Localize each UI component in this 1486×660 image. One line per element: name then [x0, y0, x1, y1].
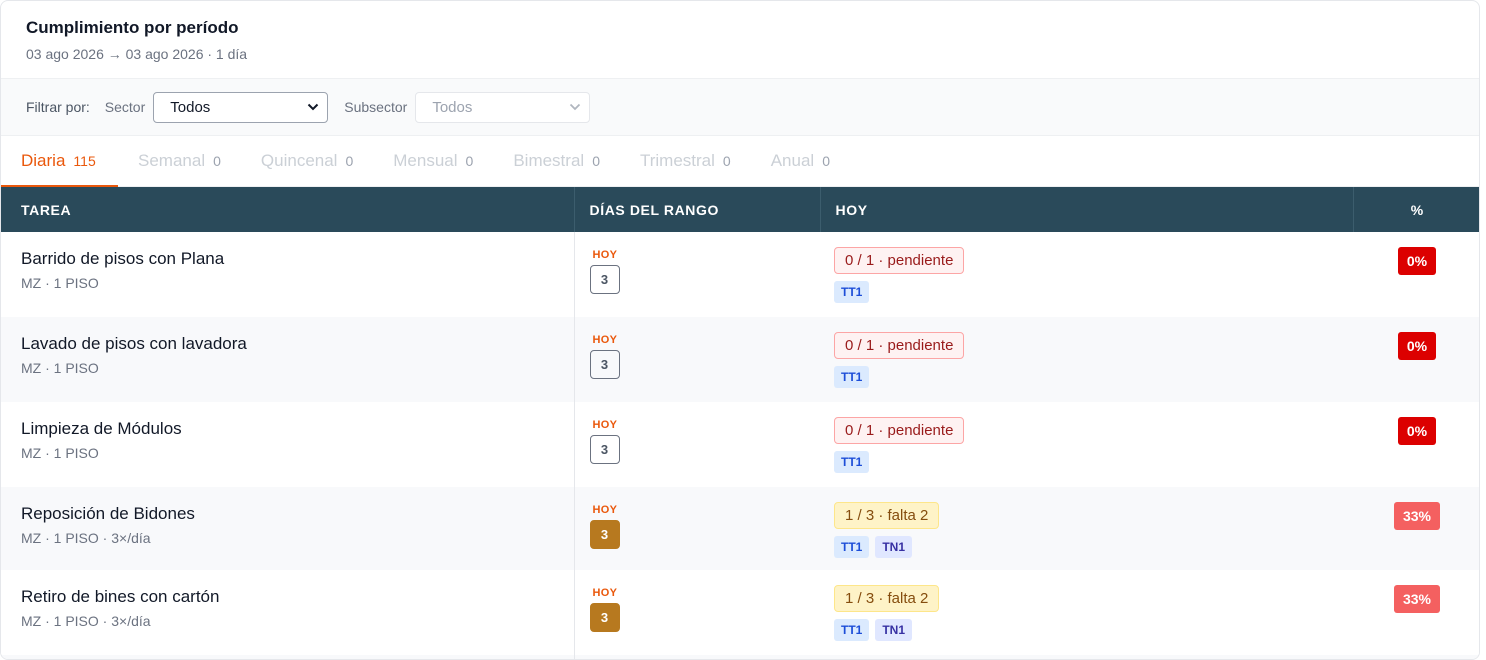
sector-select[interactable]: Todos — [153, 91, 329, 123]
task-meta: MZ · 1 PISO — [21, 445, 99, 461]
tab-count: 0 — [822, 153, 830, 169]
task-meta: MZ · 1 PISO — [21, 275, 99, 291]
tab-diaria[interactable]: Diaria 115 — [1, 136, 118, 187]
task-name: Retiro de bines con cartón — [21, 587, 220, 606]
percent-badge: 0% — [1397, 247, 1437, 275]
tab-quincenal[interactable]: Quincenal 0 — [241, 136, 373, 186]
day-cell[interactable]: 3 — [589, 265, 620, 294]
table-row[interactable]: Lavado de pisos con lavadora MZ · 1 PISO … — [1, 317, 1479, 402]
sector-value: Todos — [170, 98, 211, 116]
filter-bar: Filtrar por: Sector Todos Subsector Todo… — [1, 79, 1479, 136]
page-title: Cumplimiento por período — [26, 18, 239, 37]
tab-mensual[interactable]: Mensual 0 — [373, 136, 493, 186]
table-row[interactable]: Retiro de bines con cartón MZ · 1 PISO · … — [1, 570, 1479, 655]
tab-label: Bimestral — [513, 151, 585, 170]
day-cell[interactable]: 3 — [589, 603, 620, 632]
tab-label: Quincenal — [260, 151, 338, 170]
shift-badge: TN1 — [875, 619, 913, 641]
compliance-card: Cumplimiento por período 03 ago 2026 → 0… — [0, 0, 1480, 660]
sector-label: Sector — [104, 99, 146, 115]
task-name: Reposición de Bidones — [21, 504, 195, 523]
task-meta: MZ · 1 PISO — [21, 360, 99, 376]
today-label: HOY — [592, 587, 618, 599]
shift-badge: TN1 — [875, 536, 913, 558]
shift-badge: TT1 — [834, 619, 870, 641]
task-name: Lavado de pisos con lavadora — [21, 334, 247, 353]
percent-badge: 0% — [1397, 332, 1437, 360]
tab-label: Mensual — [393, 151, 458, 170]
tab-semanal[interactable]: Semanal 0 — [118, 136, 241, 186]
tasks-table: TAREA DÍAS DEL RANGO HOY % Barrido de pi… — [1, 187, 1479, 659]
day-cell[interactable]: 3 — [589, 350, 620, 379]
today-label: HOY — [592, 334, 618, 346]
subsector-value: Todos — [432, 98, 473, 116]
tab-bimestral[interactable]: Bimestral 0 — [493, 136, 620, 186]
task-name: Limpieza de Módulos — [21, 419, 182, 438]
tab-label: Anual — [770, 151, 815, 170]
today-label: HOY — [592, 419, 618, 431]
header-tarea: TAREA — [1, 187, 574, 232]
chevron-down-icon — [308, 103, 319, 110]
tab-count: 0 — [213, 153, 221, 169]
task-name: Barrido de pisos con Plana — [21, 249, 225, 268]
status-badge: 1 / 3 · falta 2 — [834, 585, 940, 612]
shift-badge: TT1 — [834, 366, 870, 388]
status-badge: 1 / 3 · falta 2 — [834, 502, 940, 529]
header-dias: DÍAS DEL RANGO — [573, 187, 820, 232]
percent-badge: 33% — [1393, 502, 1441, 530]
status-badge: 0 / 1 · pendiente — [834, 247, 965, 274]
today-label: HOY — [592, 504, 618, 516]
header-hoy: HOY — [819, 187, 1353, 232]
period-tabs: Diaria 115 Semanal 0 Quincenal 0 Mensual 0 B… — [1, 136, 1479, 187]
filter-label: Filtrar por: — [26, 99, 90, 115]
status-badge: 0 / 1 · pendiente — [834, 332, 965, 359]
tab-trimestral[interactable]: Trimestral 0 — [620, 136, 751, 186]
tab-count: 0 — [592, 153, 600, 169]
tab-count: 0 — [345, 153, 354, 169]
card-header: Cumplimiento por período 03 ago 2026 → 0… — [1, 1, 1479, 79]
chevron-down-icon — [570, 103, 581, 110]
task-meta: MZ · 1 PISO · 3×/día — [21, 530, 151, 546]
table-row[interactable]: Barrido de pisos con Plana MZ · 1 PISO HO… — [1, 232, 1479, 317]
tab-count: 0 — [722, 153, 731, 169]
day-cell[interactable]: 3 — [589, 435, 620, 464]
status-badge: 0 / 1 · pendiente — [834, 417, 965, 444]
tab-label: Semanal — [138, 151, 206, 170]
table-row[interactable]: Reposición de Bidones MZ · 1 PISO · 3×/dí… — [1, 487, 1479, 570]
today-label: HOY — [592, 249, 618, 261]
tab-anual[interactable]: Anual 0 — [751, 136, 850, 186]
subsector-label: Subsector — [344, 99, 408, 115]
tab-count: 115 — [73, 153, 96, 169]
task-meta: MZ · 1 PISO · 3×/día — [21, 613, 151, 629]
subsector-select[interactable]: Todos — [415, 91, 591, 123]
percent-badge: 33% — [1393, 585, 1441, 613]
percent-badge: 0% — [1397, 417, 1437, 445]
table-row[interactable]: Limpieza de Módulos MZ · 1 PISO HOY 3 0 / … — [1, 402, 1479, 487]
shift-badge: TT1 — [834, 281, 870, 303]
shift-badge: TT1 — [834, 536, 870, 558]
tab-label: Diaria — [21, 151, 66, 170]
date-range: 03 ago 2026 → 03 ago 2026 · 1 día — [26, 46, 248, 62]
day-cell[interactable]: 3 — [589, 520, 620, 549]
header-pct: % — [1352, 187, 1479, 232]
table-row[interactable] — [1, 655, 1479, 659]
table-header-row: TAREA DÍAS DEL RANGO HOY % — [1, 187, 1479, 232]
tab-count: 0 — [465, 153, 474, 169]
tab-label: Trimestral — [639, 151, 715, 170]
shift-badge: TT1 — [834, 451, 870, 473]
